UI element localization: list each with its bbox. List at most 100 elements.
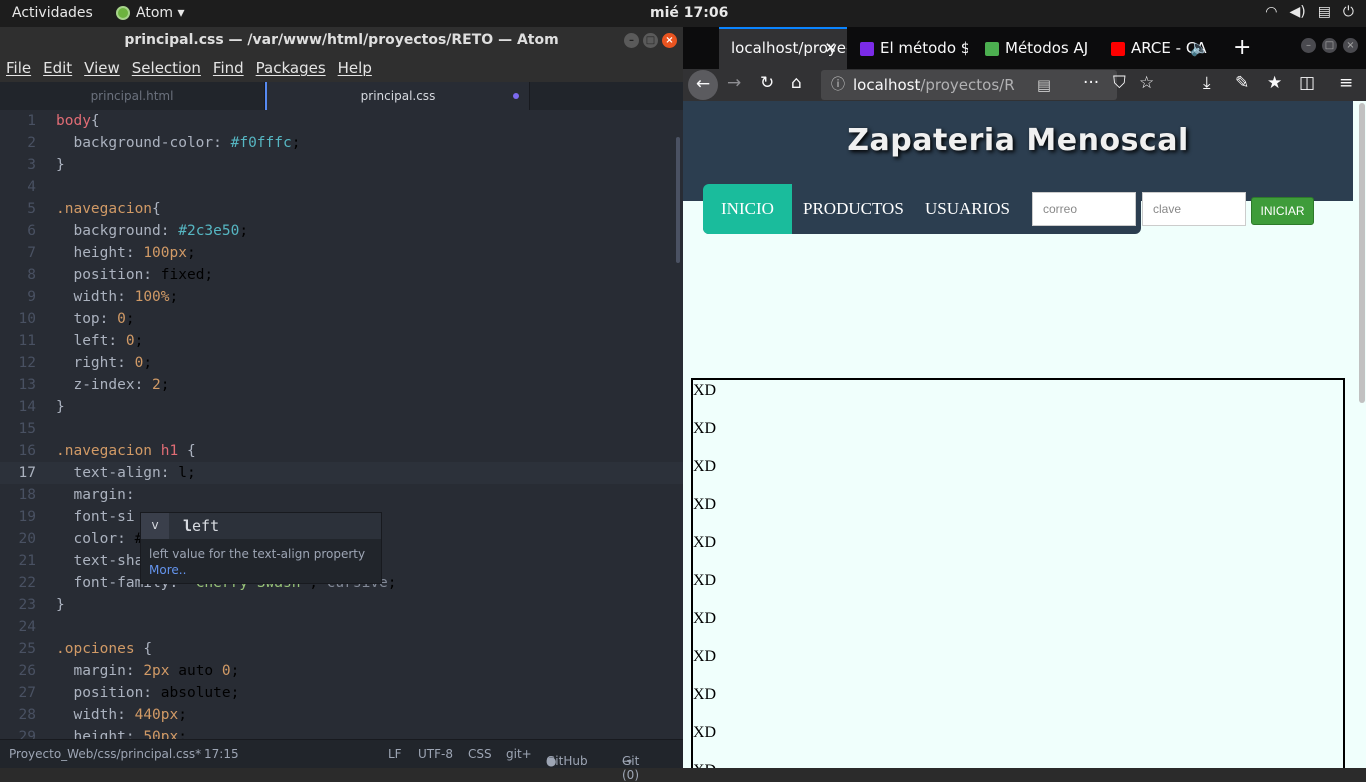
code-line[interactable]: 12 right: 0;: [0, 352, 683, 374]
code-line[interactable]: 15: [0, 418, 683, 440]
code-line[interactable]: 11 left: 0;: [0, 330, 683, 352]
library-icon[interactable]: ★: [1267, 73, 1282, 93]
line-code: .navegacion h1 {: [56, 443, 196, 459]
forward-arrow-icon[interactable]: →: [727, 73, 741, 93]
code-line[interactable]: 28 width: 440px;: [0, 704, 683, 726]
back-arrow-icon[interactable]: ←: [688, 70, 718, 100]
code-line[interactable]: 10 top: 0;: [0, 308, 683, 330]
more-link[interactable]: More..: [141, 563, 381, 583]
menu-edit[interactable]: Edit: [43, 59, 72, 77]
password-field[interactable]: clave: [1142, 192, 1246, 226]
code-line[interactable]: 14}: [0, 396, 683, 418]
tab-principal-css[interactable]: principal.css: [265, 82, 530, 110]
menu-file[interactable]: File: [6, 59, 31, 77]
autocomplete-suggestion[interactable]: v left: [141, 513, 381, 539]
xd-item: XD: [693, 420, 717, 437]
system-tray[interactable]: ◠ ◀) ▤ ⏻: [1265, 4, 1354, 20]
site-info-icon[interactable]: ⓘ: [831, 70, 845, 100]
browser-tab-youtube[interactable]: ARCE - CA 🔈: [1099, 27, 1223, 69]
code-line[interactable]: 16 .navegacion h1 {: [0, 440, 683, 462]
line-number: 19: [18, 509, 36, 525]
clock[interactable]: mié 17:06: [650, 5, 728, 21]
code-line[interactable]: 27 position: absolute;: [0, 682, 683, 704]
autocomplete-popup[interactable]: v left left value for the text-align pro…: [140, 512, 382, 584]
grammar[interactable]: CSS: [468, 747, 492, 761]
file-path[interactable]: Proyecto_Web/css/principal.css*: [9, 747, 201, 761]
downloads-icon[interactable]: ⤓: [1203, 73, 1211, 93]
new-tab-button[interactable]: +: [1233, 35, 1251, 60]
login-button[interactable]: INICIAR: [1251, 197, 1314, 225]
code-line[interactable]: 17 text-align: l;: [0, 462, 683, 484]
hamburger-menu-icon[interactable]: ≡: [1339, 73, 1353, 93]
code-line[interactable]: 24: [0, 616, 683, 638]
minimize-icon[interactable]: –: [1301, 38, 1316, 53]
page-actions-icon[interactable]: ···: [1083, 73, 1099, 93]
tab-close-icon[interactable]: ✕: [824, 29, 837, 67]
menu-view[interactable]: View: [84, 59, 120, 77]
line-number: 27: [18, 685, 36, 701]
url-bar[interactable]: ⓘ localhost/proyectos/R ▤: [821, 70, 1117, 100]
nav-productos[interactable]: PRODUCTOS: [803, 184, 904, 234]
code-line[interactable]: 25 .opciones {: [0, 638, 683, 660]
app-menu-label: Atom ▾: [136, 5, 185, 21]
maximize-icon[interactable]: □: [643, 33, 658, 48]
code-line[interactable]: 8 position: fixed;: [0, 264, 683, 286]
code-line[interactable]: 13 z-index: 2;: [0, 374, 683, 396]
code-line[interactable]: 5 .navegacion{: [0, 198, 683, 220]
content-box: XD XD XD XD XD XD XD XD XD XD XD: [691, 378, 1345, 768]
encoding[interactable]: UTF-8: [418, 747, 453, 761]
close-icon[interactable]: ×: [662, 33, 677, 48]
code-line[interactable]: 2 background-color: #f0fffc;: [0, 132, 683, 154]
nav-usuarios[interactable]: USUARIOS: [925, 184, 1010, 234]
line-ending[interactable]: LF: [388, 747, 402, 761]
git-plus[interactable]: git+: [506, 747, 532, 761]
email-field[interactable]: correo: [1032, 192, 1136, 226]
code-line[interactable]: 3}: [0, 154, 683, 176]
browser-tab-localhost[interactable]: localhost/proyectos/✕: [719, 27, 847, 69]
tab-label: principal.css: [360, 89, 436, 103]
reader-view-icon[interactable]: ▤: [1037, 70, 1051, 100]
line-number: 26: [18, 663, 36, 679]
maximize-icon[interactable]: □: [1322, 38, 1337, 53]
tab-principal-html[interactable]: principal.html: [0, 82, 265, 110]
line-number: 7: [27, 245, 36, 261]
menu-help[interactable]: Help: [338, 59, 372, 77]
line-code: background-color: #f0fffc;: [73, 135, 301, 151]
minimize-icon[interactable]: –: [624, 33, 639, 48]
reload-icon[interactable]: ↻: [760, 73, 774, 93]
code-line[interactable]: 7 height: 100px;: [0, 242, 683, 264]
menu-packages[interactable]: Packages: [256, 59, 326, 77]
code-line[interactable]: 18 margin:: [0, 484, 683, 506]
developer-tools-icon[interactable]: ✎: [1235, 73, 1249, 93]
browser-tab-metodo[interactable]: El método $: [848, 27, 968, 69]
pocket-icon[interactable]: ⛉: [1113, 73, 1126, 93]
git-label: Git (0): [622, 754, 640, 782]
code-line[interactable]: 4: [0, 176, 683, 198]
code-editor[interactable]: 1 body{2 background-color: #f0fffc; 3} 4 5 .n…: [0, 110, 683, 739]
tab-favicon-icon: [860, 41, 874, 56]
close-icon[interactable]: ×: [1343, 38, 1358, 53]
xd-item: XD: [693, 534, 717, 551]
code-line[interactable]: 29 height: 50px;: [0, 726, 683, 739]
activities-button[interactable]: Actividades: [12, 5, 93, 21]
home-icon[interactable]: ⌂: [791, 73, 802, 93]
browser-tab-metodos-ajax[interactable]: Métodos AJ: [973, 27, 1095, 69]
code-line[interactable]: 1 body{: [0, 110, 683, 132]
line-code: left: 0;: [73, 333, 144, 349]
menu-find[interactable]: Find: [213, 59, 244, 77]
sidebar-icon[interactable]: ◫: [1299, 73, 1315, 93]
audio-playing-icon[interactable]: 🔈: [1190, 27, 1209, 69]
app-menu[interactable]: Atom ▾: [116, 5, 185, 21]
cursor-position[interactable]: 17:15: [204, 747, 239, 761]
code-line[interactable]: 23}: [0, 594, 683, 616]
code-line[interactable]: 9 width: 100%;: [0, 286, 683, 308]
page-scrollbar[interactable]: [1359, 103, 1365, 403]
code-line[interactable]: 26 margin: 2px auto 0;: [0, 660, 683, 682]
nav-inicio[interactable]: INICIO: [703, 184, 792, 234]
github-label: GitHub: [546, 754, 588, 768]
bookmark-star-icon[interactable]: ☆: [1139, 73, 1154, 93]
xd-item: XD: [693, 382, 717, 399]
menu-selection[interactable]: Selection: [132, 59, 201, 77]
code-line[interactable]: 6 background: #2c3e50;: [0, 220, 683, 242]
editor-scrollbar[interactable]: [676, 137, 680, 263]
